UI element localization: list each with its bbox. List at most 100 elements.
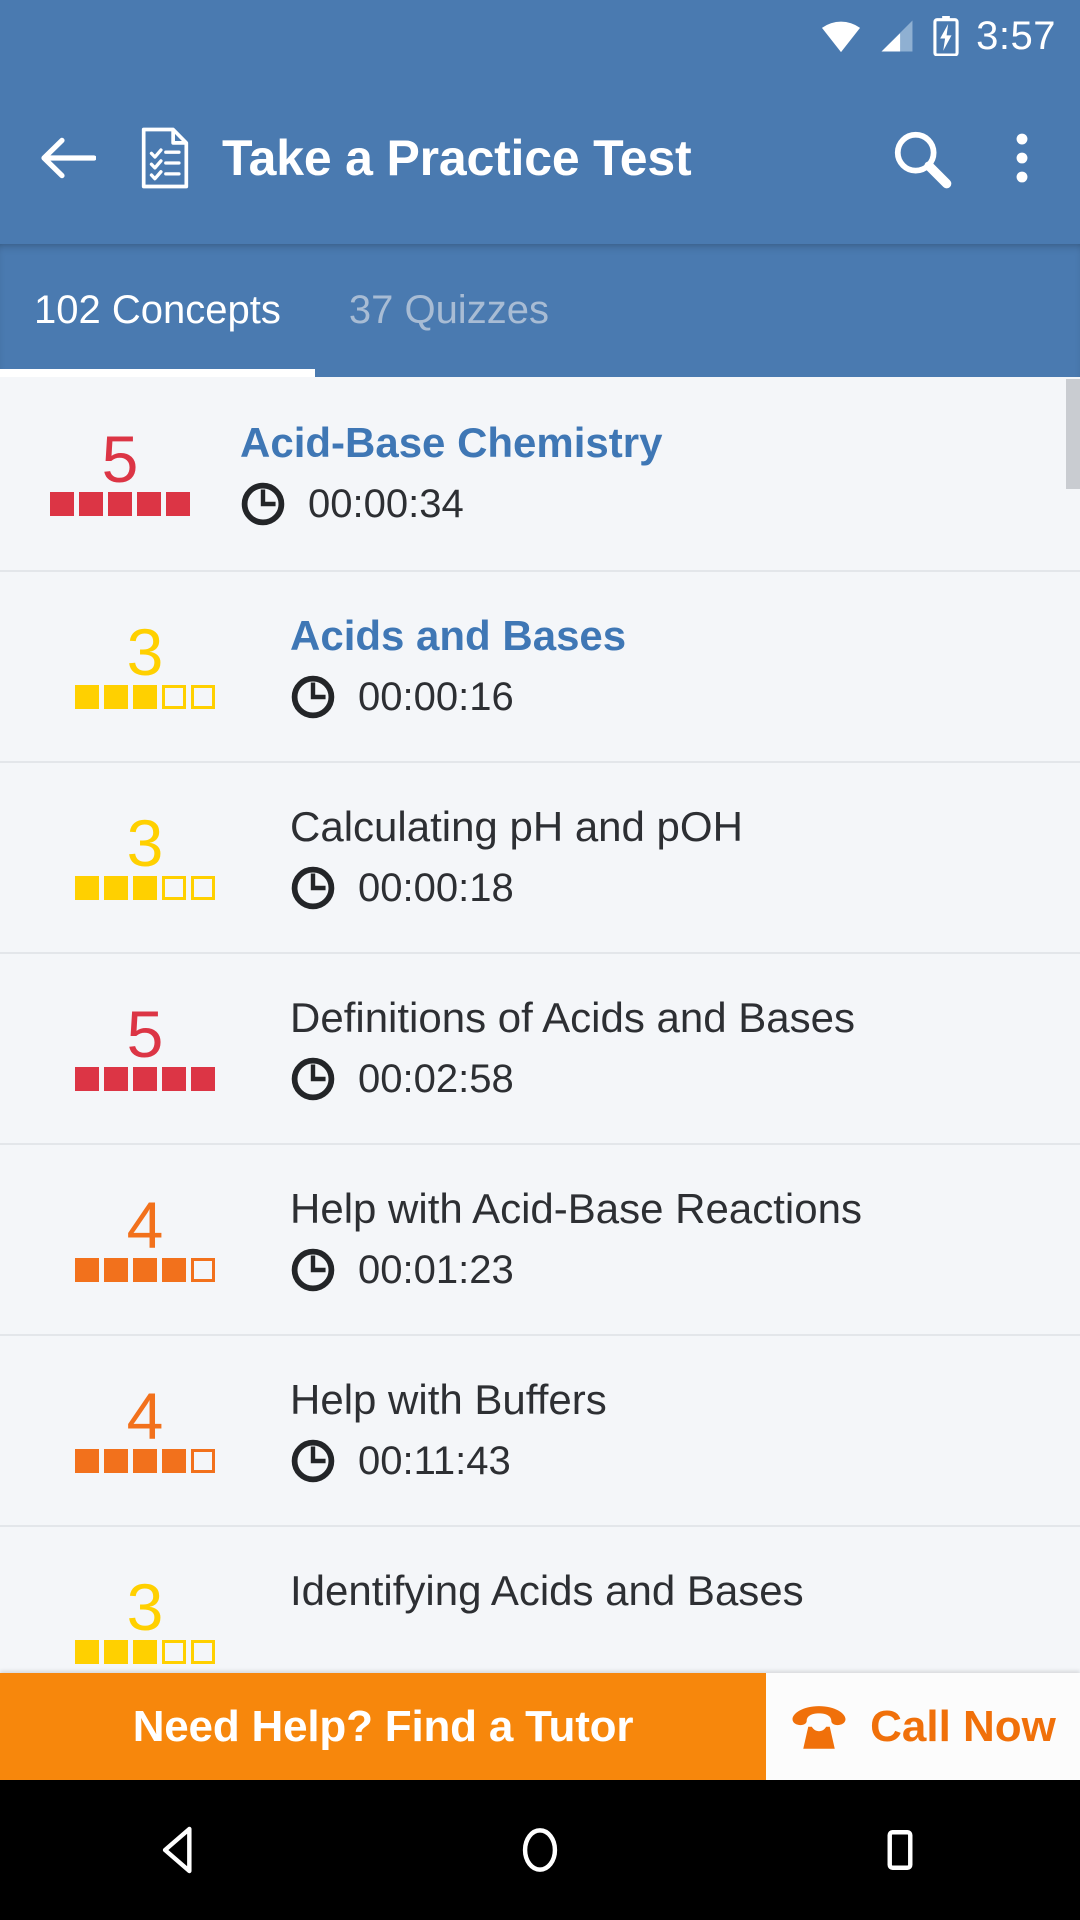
rating-pips	[50, 491, 190, 516]
rating-pip-filled	[104, 1257, 128, 1282]
difficulty-rating: 3	[0, 806, 290, 900]
time-spent: 00:01:23	[290, 1247, 1060, 1293]
tab-bar: 102 Concepts 37 Quizzes	[0, 244, 1080, 377]
rating-pip-empty	[191, 1257, 215, 1282]
list-item[interactable]: 3 Calculating pH and pOH 00:00:18	[0, 763, 1080, 954]
cell-signal-icon	[881, 20, 913, 52]
nav-home-button[interactable]	[450, 1780, 630, 1920]
rating-number: 3	[126, 615, 164, 690]
rating-pip-filled	[79, 491, 103, 516]
concept-title[interactable]: Identifying Acids and Bases	[290, 1567, 1060, 1613]
rating-pip-filled	[133, 1448, 157, 1473]
list-item-body: Identifying Acids and Bases	[290, 1567, 1060, 1673]
clock-icon	[291, 1248, 335, 1292]
concept-title[interactable]: Calculating pH and pOH	[290, 803, 1060, 849]
list-item[interactable]: 3 Acids and Bases 00:00:16	[0, 572, 1080, 763]
list-item[interactable]: 3 Identifying Acids and Bases	[0, 1527, 1080, 1673]
find-tutor-button[interactable]: Need Help? Find a Tutor	[0, 1673, 766, 1780]
phone-screen: 3:57 Take a Practice Test 102 Concepts 3…	[0, 0, 1080, 1920]
rating-pip-filled	[166, 491, 190, 516]
rating-pip-filled	[133, 875, 157, 900]
practice-test-document-icon	[141, 127, 189, 189]
rating-pip-filled	[50, 491, 74, 516]
rating-pip-filled	[75, 1066, 99, 1091]
nav-recents-icon	[887, 1830, 913, 1870]
clock-icon	[291, 675, 335, 719]
tutor-banner: Need Help? Find a Tutor Call Now	[0, 1673, 1080, 1780]
rating-pip-filled	[75, 1448, 99, 1473]
difficulty-rating: 5	[0, 422, 240, 516]
rating-pip-filled	[133, 1639, 157, 1664]
concept-title[interactable]: Help with Acid-Base Reactions	[290, 1185, 1060, 1231]
rating-pip-empty	[191, 1639, 215, 1664]
overflow-menu-icon[interactable]	[994, 127, 1050, 189]
time-spent: 00:00:16	[290, 674, 1060, 720]
rating-pip-filled	[133, 1066, 157, 1091]
rating-number: 5	[101, 422, 139, 497]
nav-recents-button[interactable]	[810, 1780, 990, 1920]
rating-pip-filled	[162, 1448, 186, 1473]
rating-pip-filled	[75, 684, 99, 709]
list-scrollbar-thumb[interactable]	[1066, 379, 1080, 489]
rating-number: 4	[126, 1188, 164, 1263]
rating-pip-filled	[104, 1066, 128, 1091]
list-item[interactable]: 4 Help with Acid-Base Reactions 00:01:23	[0, 1145, 1080, 1336]
rating-pip-empty	[191, 684, 215, 709]
list-item[interactable]: 5 Acid-Base Chemistry 00:00:34	[0, 377, 1080, 572]
time-value: 00:11:43	[358, 1438, 511, 1483]
rating-pip-filled	[108, 491, 132, 516]
rating-pip-filled	[162, 1257, 186, 1282]
rating-pip-filled	[104, 684, 128, 709]
rating-pip-empty	[162, 875, 186, 900]
rating-number: 3	[126, 806, 164, 881]
rating-pips	[75, 875, 215, 900]
rating-pips	[75, 1257, 215, 1282]
concept-title[interactable]: Acid-Base Chemistry	[240, 419, 1060, 465]
tab-quizzes[interactable]: 37 Quizzes	[315, 244, 583, 377]
list-item-body: Help with Acid-Base Reactions 00:01:23	[290, 1185, 1060, 1293]
difficulty-rating: 4	[0, 1188, 290, 1282]
nav-back-button[interactable]	[90, 1780, 270, 1920]
status-bar-clock: 3:57	[976, 14, 1056, 58]
list-item[interactable]: 4 Help with Buffers 00:11:43	[0, 1336, 1080, 1527]
list-item-body: Definitions of Acids and Bases 00:02:58	[290, 994, 1060, 1102]
difficulty-rating: 3	[0, 615, 290, 709]
nav-home-icon	[522, 1828, 558, 1872]
find-tutor-label: Need Help? Find a Tutor	[132, 1701, 634, 1751]
rating-pip-filled	[104, 1639, 128, 1664]
tab-concepts[interactable]: 102 Concepts	[0, 244, 315, 377]
concept-title[interactable]: Acids and Bases	[290, 612, 1060, 658]
difficulty-rating: 3	[0, 1574, 290, 1664]
time-value: 00:00:18	[358, 865, 514, 910]
status-bar: 3:57	[0, 0, 1080, 72]
time-spent: 00:02:58	[290, 1056, 1060, 1102]
rating-pips	[75, 1448, 215, 1473]
concept-title[interactable]: Help with Buffers	[290, 1376, 1060, 1422]
time-value: 00:00:34	[308, 481, 464, 526]
rating-pip-filled	[75, 1639, 99, 1664]
time-value: 00:01:23	[358, 1247, 514, 1292]
rating-pips	[75, 1066, 215, 1091]
rating-pip-empty	[191, 1448, 215, 1473]
rating-pip-filled	[162, 1066, 186, 1091]
concepts-list[interactable]: 5 Acid-Base Chemistry 00:00:34 3 Acids a…	[0, 377, 1080, 1673]
android-nav-bar	[0, 1780, 1080, 1920]
page-title: Take a Practice Test	[222, 130, 692, 186]
clock-icon	[291, 1439, 335, 1483]
rating-pip-empty	[191, 875, 215, 900]
concept-title[interactable]: Definitions of Acids and Bases	[290, 994, 1060, 1040]
rating-number: 4	[126, 1379, 164, 1454]
search-icon[interactable]	[890, 127, 952, 189]
list-item-body: Acid-Base Chemistry 00:00:34	[240, 419, 1060, 527]
back-arrow-icon[interactable]	[40, 135, 96, 181]
list-item[interactable]: 5 Definitions of Acids and Bases 00:02:5…	[0, 954, 1080, 1145]
rating-number: 5	[126, 997, 164, 1072]
call-now-button[interactable]: Call Now	[766, 1673, 1080, 1780]
rating-pip-filled	[133, 1257, 157, 1282]
rating-pip-filled	[75, 875, 99, 900]
time-value: 00:00:16	[358, 674, 514, 719]
difficulty-rating: 5	[0, 997, 290, 1091]
rating-pip-filled	[75, 1257, 99, 1282]
clock-icon	[291, 866, 335, 910]
app-bar: Take a Practice Test	[0, 72, 1080, 244]
